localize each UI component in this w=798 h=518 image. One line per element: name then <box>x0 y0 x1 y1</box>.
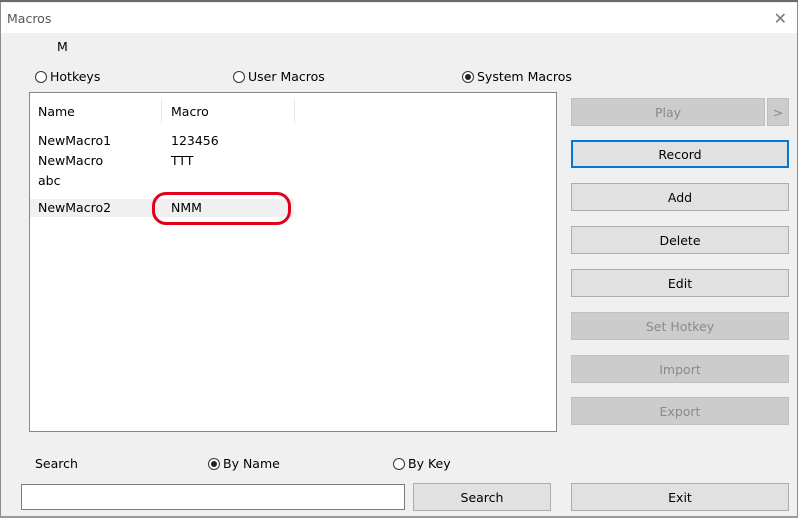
radio-system-macros[interactable]: System Macros <box>462 69 572 84</box>
list-header: Name Macro <box>30 93 556 123</box>
radio-by-name[interactable]: By Name <box>208 456 280 471</box>
exit-button[interactable]: Exit <box>571 483 789 511</box>
delete-button[interactable]: Delete <box>571 226 789 254</box>
play-options-button[interactable]: > <box>767 98 789 126</box>
radio-by-name-label: By Name <box>223 456 280 471</box>
title-bar: Macros ✕ <box>1 3 797 33</box>
header-label: M <box>57 39 68 54</box>
edit-button[interactable]: Edit <box>571 269 789 297</box>
top-edge <box>0 0 798 2</box>
list-row[interactable]: NewMacro1 123456 <box>30 132 556 150</box>
export-button[interactable]: Export <box>571 397 789 425</box>
column-header-macro[interactable]: Macro <box>171 104 209 119</box>
radio-button-selected-icon <box>462 70 474 83</box>
radio-by-key[interactable]: By Key <box>393 456 451 471</box>
radio-hotkeys[interactable]: Hotkeys <box>35 69 100 84</box>
list-row[interactable]: abc <box>30 172 556 190</box>
row-name: NewMacro2 <box>38 200 112 215</box>
row-macro: TTT <box>171 153 194 168</box>
search-label: Search <box>35 456 78 471</box>
radio-button-icon <box>233 70 245 83</box>
import-button[interactable]: Import <box>571 355 789 383</box>
radio-user-macros-label: User Macros <box>248 69 325 84</box>
window-title: Macros <box>7 11 52 26</box>
close-icon[interactable]: ✕ <box>774 11 787 27</box>
row-name: NewMacro1 <box>38 133 112 148</box>
column-divider[interactable] <box>161 99 162 123</box>
column-header-name[interactable]: Name <box>38 104 75 119</box>
column-divider[interactable] <box>294 99 295 123</box>
list-row[interactable]: NewMacro TTT <box>30 152 556 170</box>
radio-hotkeys-label: Hotkeys <box>50 69 101 84</box>
add-button[interactable]: Add <box>571 183 789 211</box>
radio-button-selected-icon <box>208 457 220 470</box>
radio-system-macros-label: System Macros <box>477 69 572 84</box>
row-name: NewMacro <box>38 153 104 168</box>
macro-list[interactable]: Name Macro NewMacro1 123456 NewMacro TTT… <box>29 92 557 432</box>
row-macro: 123456 <box>171 133 219 148</box>
macros-window: Macros ✕ M Hotkeys User Macros System Ma… <box>0 0 798 518</box>
row-name: abc <box>38 173 61 188</box>
highlight-annotation <box>152 192 291 225</box>
search-button[interactable]: Search <box>413 483 551 511</box>
search-input[interactable] <box>21 484 405 510</box>
radio-button-icon <box>35 70 47 83</box>
radio-by-key-label: By Key <box>408 456 451 471</box>
record-button[interactable]: Record <box>571 140 789 168</box>
play-button[interactable]: Play <box>571 98 765 126</box>
radio-user-macros[interactable]: User Macros <box>233 69 325 84</box>
set-hotkey-button[interactable]: Set Hotkey <box>571 312 789 340</box>
radio-button-icon <box>393 457 405 470</box>
